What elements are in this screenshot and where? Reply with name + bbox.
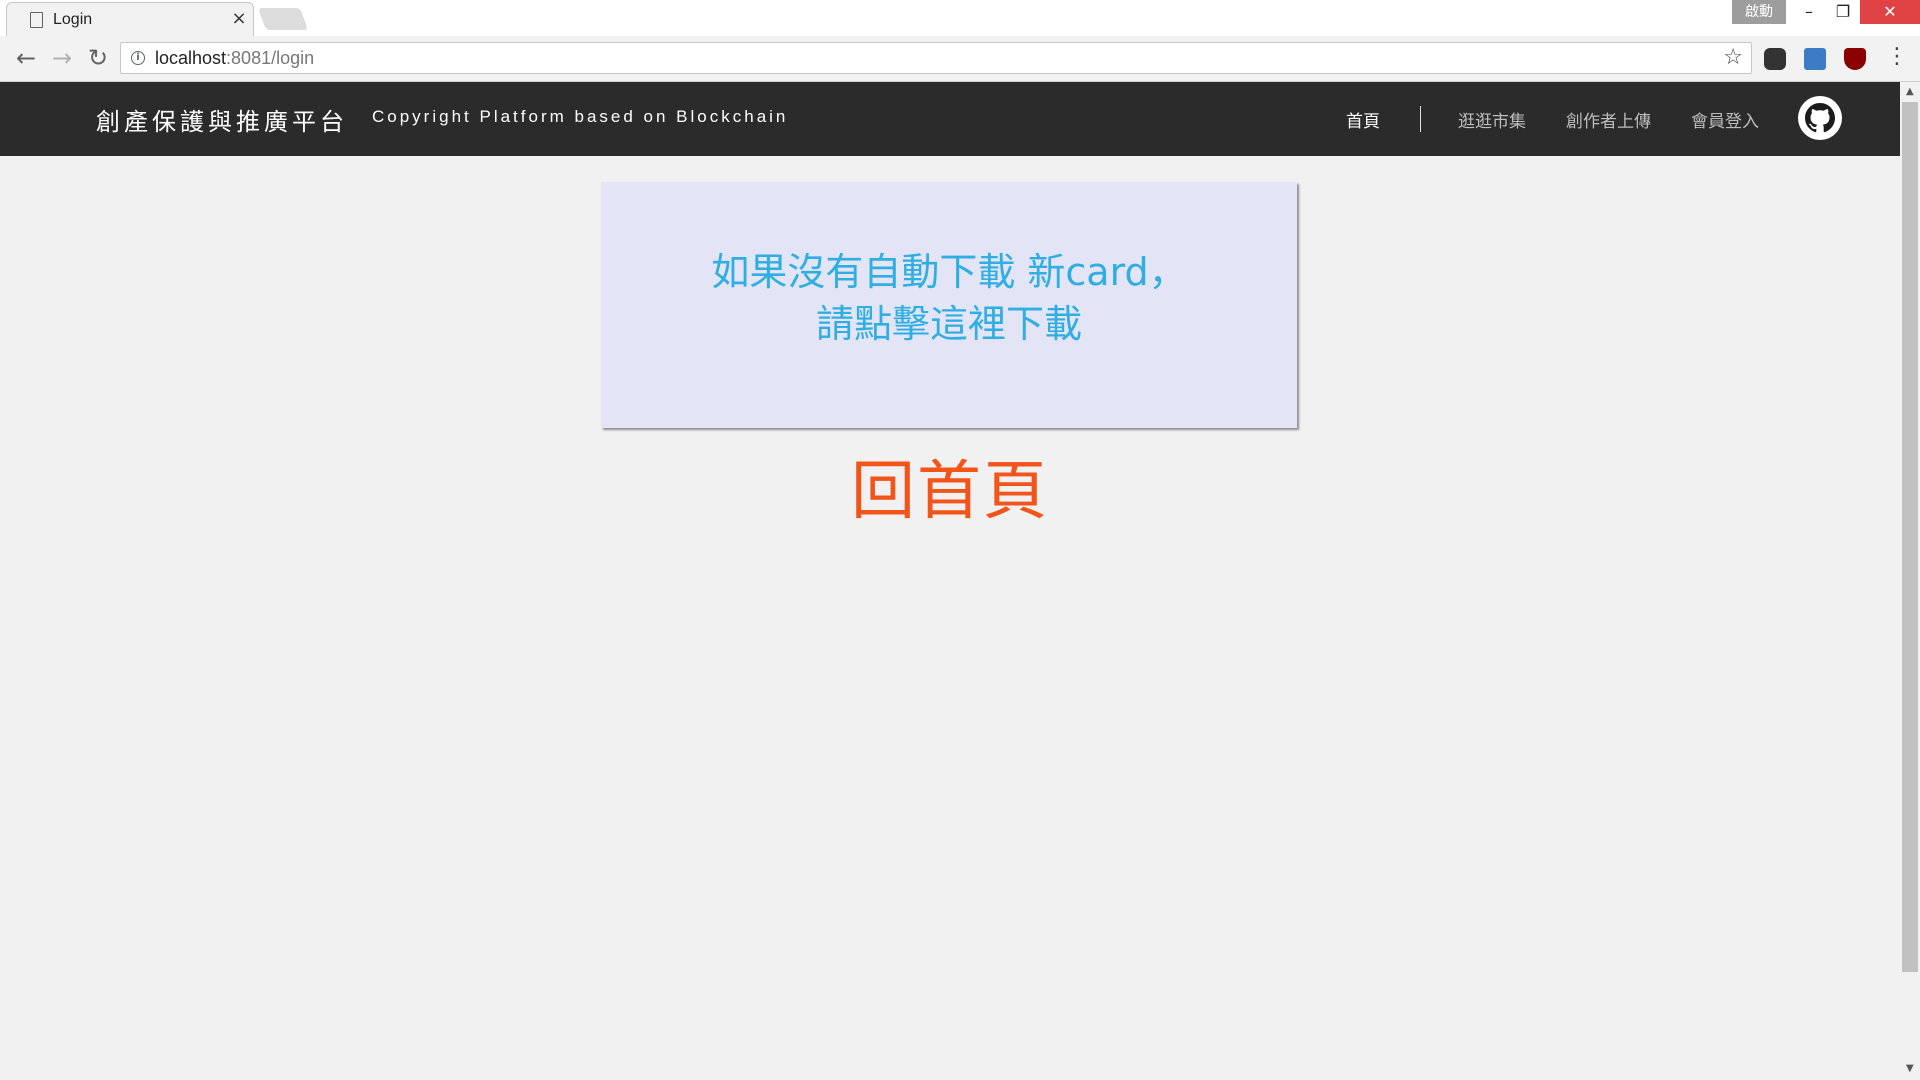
browser-toolbar: ← → ↻ i localhost:8081/login ☆ ⋮ <box>0 36 1920 82</box>
ime-badge[interactable]: 啟動 <box>1732 0 1786 24</box>
download-text-line2: 請點擊這裡下載 <box>815 302 1082 346</box>
tab-title: Login <box>53 11 93 28</box>
tab-login[interactable]: Login × <box>6 2 254 36</box>
vertical-scrollbar[interactable]: ▲ ▼ <box>1900 82 1920 1080</box>
extension-icon[interactable] <box>1804 48 1826 70</box>
tab-strip: Login × 啟動 – ❐ ✕ <box>0 0 1920 36</box>
site-navbar: 創產保護與推廣平台 Copyright Platform based on Bl… <box>0 82 1900 156</box>
ublock-shield-icon[interactable] <box>1844 48 1866 70</box>
scroll-thumb[interactable] <box>1902 102 1918 972</box>
scroll-up-icon[interactable]: ▲ <box>1906 86 1914 97</box>
browser-window: Login × 啟動 – ❐ ✕ ← → ↻ i localhost:8081/… <box>0 0 1920 1080</box>
download-link[interactable]: 如果沒有自動下載 新card， 請點擊這裡下載 <box>601 246 1297 350</box>
brand-subtitle: Copyright Platform based on Blockchain <box>372 107 789 126</box>
nav-login[interactable]: 會員登入 <box>1691 107 1759 132</box>
page-icon <box>30 12 43 28</box>
forward-arrow-icon[interactable]: → <box>48 44 76 72</box>
nav-upload[interactable]: 創作者上傳 <box>1566 107 1651 132</box>
window-controls: 啟動 – ❐ ✕ <box>1732 0 1920 24</box>
close-window-button[interactable]: ✕ <box>1860 0 1920 24</box>
address-bar[interactable]: i localhost:8081/login ☆ <box>120 42 1752 74</box>
maximize-button[interactable]: ❐ <box>1826 0 1860 24</box>
url-text[interactable]: localhost:8081/login <box>155 48 314 69</box>
close-tab-icon[interactable]: × <box>229 8 249 30</box>
github-icon[interactable] <box>1798 96 1842 140</box>
nav-market[interactable]: 逛逛市集 <box>1458 107 1526 132</box>
scroll-down-icon[interactable]: ▼ <box>1906 1063 1914 1074</box>
minimize-button[interactable]: – <box>1792 0 1826 24</box>
back-arrow-icon[interactable]: ← <box>12 44 40 72</box>
brand-title[interactable]: 創產保護與推廣平台 <box>96 102 348 137</box>
browser-menu-icon[interactable]: ⋮ <box>1886 44 1908 69</box>
nav-divider <box>1420 106 1421 132</box>
info-icon[interactable]: i <box>131 51 145 65</box>
url-path: :8081/login <box>226 48 315 68</box>
reload-icon[interactable]: ↻ <box>84 44 112 72</box>
nav-home[interactable]: 首頁 <box>1346 107 1380 132</box>
bookmark-star-icon[interactable]: ☆ <box>1723 45 1743 70</box>
download-text-line1: 如果沒有自動下載 新card， <box>711 250 1187 294</box>
page-viewport: 創產保護與推廣平台 Copyright Platform based on Bl… <box>0 82 1900 1080</box>
download-card[interactable]: 如果沒有自動下載 新card， 請點擊這裡下載 <box>601 182 1297 428</box>
extension-icon[interactable] <box>1764 48 1786 70</box>
back-home-link[interactable]: 回首頁 <box>0 440 1900 532</box>
url-host: localhost <box>155 48 227 68</box>
new-tab-button[interactable] <box>257 8 309 30</box>
